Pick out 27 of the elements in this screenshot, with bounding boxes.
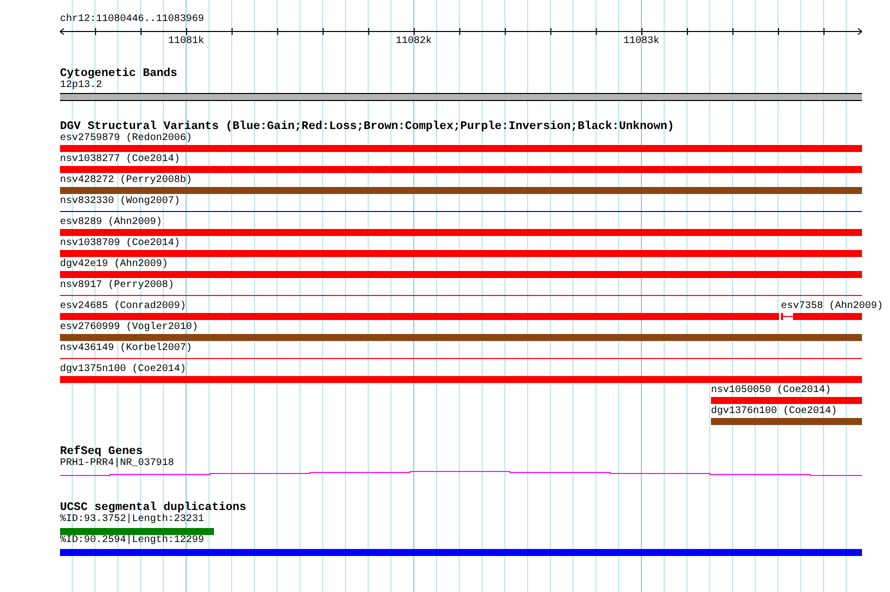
variant-label: nsv1038277 (Coe2014) xyxy=(60,154,180,165)
gene-label: PRH1-PRR4|NR_037918 xyxy=(60,458,174,469)
variant-label: dgv1376n100 (Coe2014) xyxy=(711,406,838,417)
tick-label: 11081k xyxy=(168,36,204,47)
variant-label: esv2760999 (Vogler2010) xyxy=(60,322,198,333)
variant-label: nsv428272 (Perry2008b) xyxy=(60,175,192,186)
variant-label: nsv1050050 (Coe2014) xyxy=(711,385,832,396)
variant-label: nsv436149 (Korbel2007) xyxy=(60,343,192,354)
region-label: chr12:11080446..11083969 xyxy=(60,14,204,26)
variant-label: esv2759879 (Redon2006) xyxy=(60,133,192,144)
track-title: UCSC segmental duplications xyxy=(60,502,246,514)
track-title: RefSeq Genes xyxy=(60,446,143,458)
variant-label: esv7358 (Ahn2009) xyxy=(781,301,884,312)
track-title: Cytogenetic Bands xyxy=(60,68,178,80)
track-title: DGV Structural Variants (Blue:Gain;Red:Loss;Brown:Complex;Purple:Inversion;Black:Unknown) xyxy=(60,121,674,133)
variant-label: esv8289 (Ahn2009) xyxy=(60,217,162,228)
variant-label: nsv832330 (Wong2007) xyxy=(60,196,180,207)
variant-label: dgv1375n100 (Coe2014) xyxy=(60,364,186,375)
variant-label: dgv42e19 (Ahn2009) xyxy=(60,259,168,270)
variant-label: esv24685 (Conrad2009) xyxy=(60,301,186,312)
duplication-label: %ID:93.3752|Length:23231 xyxy=(60,514,204,525)
tick-label: 11083k xyxy=(623,36,660,47)
tick-label: 11082k xyxy=(396,36,432,47)
variant-label: nsv1038709 (Coe2014) xyxy=(60,238,180,249)
band-label: 12p13.2 xyxy=(60,80,102,91)
duplication-label: %ID:90.2594|Length:12299 xyxy=(60,535,204,546)
variant-label: nsv8917 (Perry2008) xyxy=(60,280,174,291)
